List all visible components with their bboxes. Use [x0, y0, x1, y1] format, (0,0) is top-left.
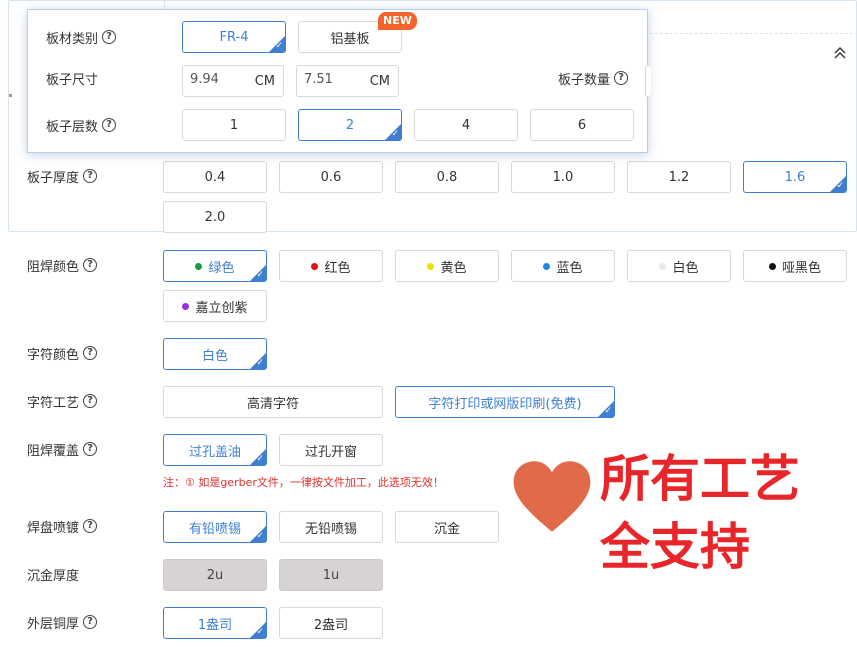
promo-line-2: 全支持: [600, 518, 750, 576]
check-icon: ✓: [256, 358, 264, 368]
check-icon: ✓: [836, 181, 844, 191]
surface-option-selected[interactable]: 有铅喷锡 ✓: [163, 511, 267, 543]
help-icon[interactable]: ?: [83, 169, 98, 183]
thickness-option[interactable]: 0.8: [395, 161, 499, 193]
thickness-option[interactable]: 0.6: [279, 161, 383, 193]
new-badge: NEW: [378, 12, 417, 30]
silk-process-option[interactable]: 高清字符: [163, 386, 383, 418]
layers-option-6[interactable]: 6: [530, 109, 634, 141]
help-icon[interactable]: ?: [83, 346, 98, 360]
solder-mask-label: 阻焊颜色?: [27, 249, 98, 281]
help-icon[interactable]: ?: [614, 71, 629, 85]
via-cover-label: 阻焊覆盖?: [27, 433, 98, 465]
check-icon: ✓: [256, 531, 264, 541]
copper-label: 外层铜厚?: [27, 606, 98, 638]
copper-option[interactable]: 2盎司: [279, 607, 383, 639]
surface-option[interactable]: 沉金: [395, 511, 499, 543]
promo-line-1: 所有工艺: [600, 450, 800, 508]
board-size-label: 板子尺寸: [46, 72, 99, 88]
help-icon[interactable]: ?: [83, 258, 98, 272]
solder-color-option[interactable]: 白色: [627, 250, 731, 282]
gold-thickness-option-disabled: 2u: [163, 559, 267, 591]
thickness-option[interactable]: 1.2: [627, 161, 731, 193]
silk-color-option[interactable]: 白色 ✓: [163, 338, 267, 370]
layers-option-4[interactable]: 4: [414, 109, 518, 141]
thickness-option[interactable]: 1.0: [511, 161, 615, 193]
board-width-input[interactable]: 9.94 CM: [182, 65, 284, 97]
color-dot: [768, 262, 776, 270]
help-icon[interactable]: ?: [102, 118, 117, 132]
silk-color-label: 字符颜色?: [27, 337, 98, 369]
promo-overlay: 所有工艺 全支持: [512, 448, 842, 588]
solder-color-option[interactable]: 蓝色: [511, 250, 615, 282]
gerber-note: 注：① 如是gerber文件，一律按文件加工，此选项无效！: [163, 476, 444, 489]
help-icon[interactable]: ?: [83, 519, 98, 533]
board-qty-input[interactable]: [645, 65, 651, 97]
board-height-input[interactable]: 7.51 CM: [296, 65, 399, 97]
help-icon[interactable]: ?: [83, 442, 98, 456]
layers-option-2[interactable]: 2 ✓: [298, 109, 402, 141]
check-icon: ✓: [604, 406, 612, 416]
gold-thickness-option-disabled: 1u: [279, 559, 383, 591]
board-type-fr4-option[interactable]: FR-4 ✓: [182, 21, 286, 53]
solder-color-option[interactable]: 绿色 ✓: [163, 250, 267, 282]
thickness-option[interactable]: 2.0: [163, 201, 267, 233]
board-spec-popup: 板材类别? FR-4 ✓ 铝基板 板子尺寸 9.94 CM 7.51 CM 板子数量?…: [27, 9, 651, 153]
solder-color-option[interactable]: 哑黑色: [743, 250, 847, 282]
color-dot: [659, 262, 667, 270]
collapse-chevrons-icon[interactable]: [831, 46, 849, 64]
divider: [9, 94, 12, 97]
thickness-label: 板子厚度?: [27, 160, 98, 192]
silk-process-label: 字符工艺?: [27, 385, 98, 417]
color-dot: [182, 302, 190, 310]
check-icon: ✓: [391, 129, 399, 139]
check-icon: ✓: [256, 270, 264, 280]
help-icon[interactable]: ?: [83, 394, 98, 408]
surface-option[interactable]: 无铅喷锡: [279, 511, 383, 543]
via-cover-option[interactable]: 过孔开窗: [279, 434, 383, 466]
thickness-option[interactable]: 0.4: [163, 161, 267, 193]
heart-icon: [513, 461, 591, 532]
surface-finish-label: 焊盘喷镀?: [27, 510, 98, 542]
copper-option-selected[interactable]: 1盎司 ✓: [163, 607, 267, 639]
layers-option-1[interactable]: 1: [182, 109, 286, 141]
help-icon[interactable]: ?: [83, 615, 98, 629]
solder-color-option[interactable]: 嘉立创紫: [163, 290, 267, 322]
layers-label: 板子层数?: [46, 109, 117, 141]
color-dot: [311, 262, 319, 270]
divider: [164, 1, 857, 9]
board-qty-label: 板子数量?: [558, 62, 629, 94]
solder-color-option[interactable]: 黄色: [395, 250, 499, 282]
color-dot: [195, 262, 203, 270]
help-icon[interactable]: ?: [102, 30, 117, 44]
gold-thickness-label: 沉金厚度: [27, 568, 80, 584]
check-icon: ✓: [275, 41, 283, 51]
check-icon: ✓: [256, 627, 264, 637]
thickness-option-selected[interactable]: 1.6 ✓: [743, 161, 847, 193]
solder-color-option[interactable]: 红色: [279, 250, 383, 282]
via-cover-option-selected[interactable]: 过孔盖油 ✓: [163, 434, 267, 466]
check-icon: ✓: [256, 454, 264, 464]
color-dot: [543, 262, 551, 270]
silk-process-option-selected[interactable]: 字符打印或网版印刷(免费) ✓: [395, 386, 615, 418]
board-type-label: 板材类别?: [46, 21, 117, 53]
color-dot: [427, 262, 435, 270]
